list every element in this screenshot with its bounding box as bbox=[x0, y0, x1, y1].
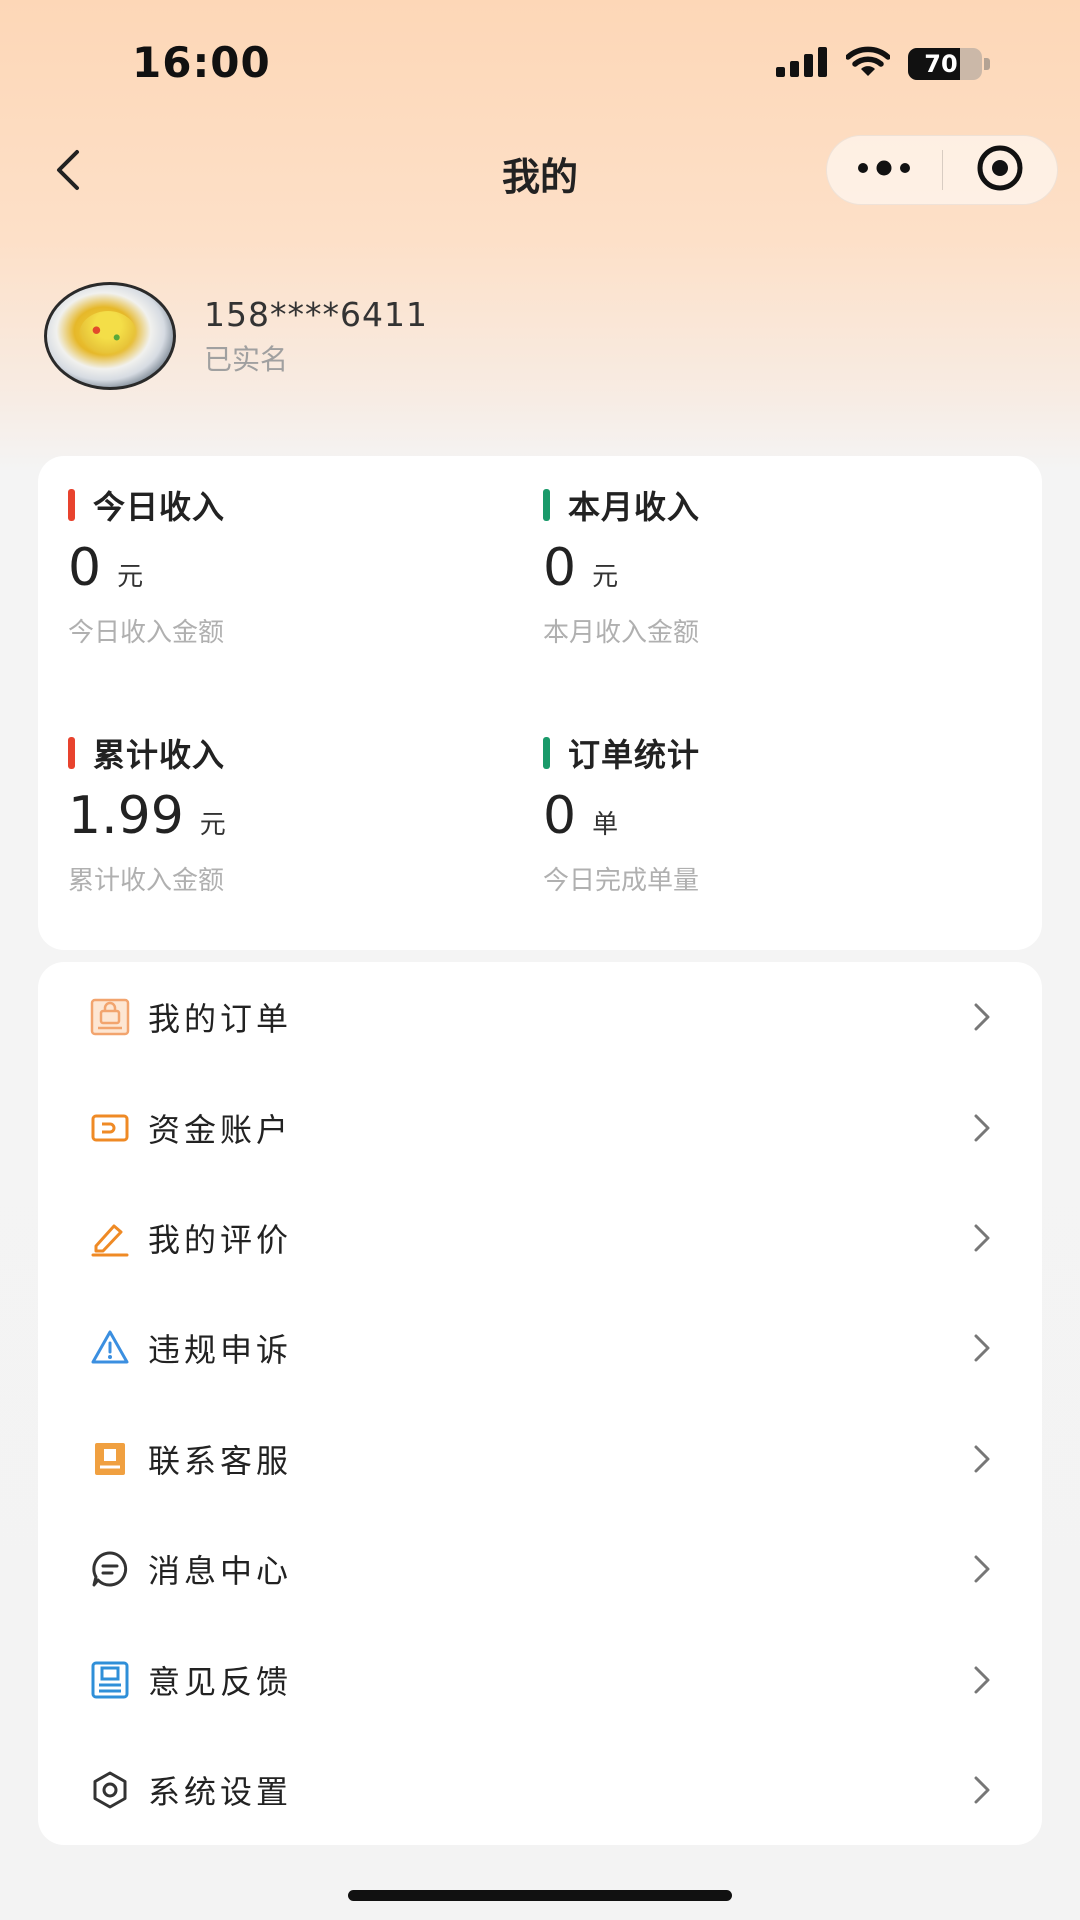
chevron-right-icon bbox=[966, 1443, 998, 1475]
menu-label: 系统设置 bbox=[148, 1772, 293, 1811]
stat-description: 今日收入金额 bbox=[68, 618, 225, 648]
stat-value: 0 bbox=[543, 786, 577, 846]
menu-item-message-center[interactable]: 消息中心 bbox=[38, 1514, 1042, 1624]
message-bubble-icon bbox=[90, 1549, 130, 1589]
menu-label: 意见反馈 bbox=[148, 1662, 293, 1701]
menu-label: 违规申诉 bbox=[148, 1331, 293, 1370]
chevron-right-icon bbox=[966, 1112, 998, 1144]
menu-label: 我的订单 bbox=[148, 1000, 293, 1039]
menu-item-violation-appeal[interactable]: 违规申诉 bbox=[38, 1293, 1042, 1403]
menu-label: 消息中心 bbox=[148, 1552, 293, 1591]
stat-value-row: 0 单 bbox=[543, 786, 983, 846]
stat-value: 0 bbox=[543, 538, 577, 598]
close-miniprogram-button[interactable] bbox=[943, 135, 1058, 205]
menu-item-system-settings[interactable]: 系统设置 bbox=[38, 1735, 1042, 1845]
stat-title: 累计收入 bbox=[93, 736, 226, 774]
stat-color-bar bbox=[68, 489, 75, 521]
stat-order-count[interactable]: 订单统计 0 单 今日完成单量 bbox=[543, 730, 983, 897]
stat-header: 累计收入 bbox=[68, 730, 508, 776]
stat-color-bar bbox=[543, 489, 550, 521]
stat-today-income[interactable]: 今日收入 0 元 今日收入金额 bbox=[68, 482, 508, 649]
stat-unit: 元 bbox=[199, 810, 226, 840]
menu-label: 联系客服 bbox=[148, 1441, 293, 1480]
income-stats-card: 今日收入 0 元 今日收入金额 本月收入 0 元 本月收入金额 累计收入 1.9… bbox=[38, 456, 1042, 950]
customer-service-book-icon bbox=[90, 1439, 130, 1479]
record-icon bbox=[976, 144, 1024, 196]
menu-item-feedback[interactable]: 意见反馈 bbox=[38, 1624, 1042, 1734]
menu-label: 资金账户 bbox=[148, 1110, 293, 1149]
stat-value: 0 bbox=[68, 538, 102, 598]
stat-unit: 单 bbox=[592, 810, 619, 840]
chevron-right-icon bbox=[966, 1553, 998, 1585]
profile-info: 158****6411 已实名 bbox=[204, 295, 428, 378]
chevron-right-icon bbox=[966, 1222, 998, 1254]
verification-status: 已实名 bbox=[204, 342, 289, 376]
menu-item-my-reviews[interactable]: 我的评价 bbox=[38, 1183, 1042, 1293]
stat-title: 今日收入 bbox=[93, 488, 226, 526]
stat-title: 订单统计 bbox=[568, 736, 701, 774]
stat-value-row: 0 元 bbox=[68, 538, 508, 598]
battery-level-text: 70 bbox=[924, 50, 958, 78]
wifi-icon bbox=[845, 46, 891, 82]
stat-description: 本月收入金额 bbox=[543, 618, 700, 648]
chevron-right-icon bbox=[966, 1664, 998, 1696]
stat-color-bar bbox=[543, 737, 550, 769]
stat-description: 今日完成单量 bbox=[543, 866, 700, 896]
menu-label: 我的评价 bbox=[148, 1220, 293, 1259]
stat-value: 1.99 bbox=[68, 786, 184, 846]
status-bar: 16:00 70 bbox=[0, 0, 1080, 130]
mini-program-capsule bbox=[826, 135, 1058, 205]
menu-item-my-orders[interactable]: 我的订单 bbox=[38, 962, 1042, 1072]
feedback-document-icon bbox=[90, 1660, 130, 1700]
battery-icon: 70 bbox=[908, 48, 982, 80]
chevron-right-icon bbox=[966, 1332, 998, 1364]
stat-unit: 元 bbox=[117, 562, 144, 592]
settings-hexagon-icon bbox=[90, 1770, 130, 1810]
stat-total-income[interactable]: 累计收入 1.99 元 累计收入金额 bbox=[68, 730, 508, 897]
more-button[interactable] bbox=[827, 135, 942, 205]
wallet-icon bbox=[90, 1108, 130, 1148]
stat-header: 订单统计 bbox=[543, 730, 983, 776]
battery-nub bbox=[984, 58, 990, 70]
stat-value-row: 0 元 bbox=[543, 538, 983, 598]
menu-list: 我的订单 资金账户 我的评价 违规申诉 联系客服 消息中心 意见反馈 系统设置 bbox=[38, 962, 1042, 1845]
stat-description: 累计收入金额 bbox=[68, 866, 225, 896]
status-icons: 70 bbox=[776, 46, 990, 82]
stat-header: 本月收入 bbox=[543, 482, 983, 528]
signal-icon bbox=[776, 47, 828, 81]
stat-month-income[interactable]: 本月收入 0 元 本月收入金额 bbox=[543, 482, 983, 649]
avatar[interactable] bbox=[44, 282, 176, 390]
chevron-right-icon bbox=[966, 1001, 998, 1033]
profile-header[interactable]: 158****6411 已实名 bbox=[44, 282, 428, 390]
stat-header: 今日收入 bbox=[68, 482, 508, 528]
stat-color-bar bbox=[68, 737, 75, 769]
chevron-right-icon bbox=[966, 1774, 998, 1806]
home-indicator[interactable] bbox=[348, 1890, 732, 1901]
menu-item-fund-account[interactable]: 资金账户 bbox=[38, 1072, 1042, 1182]
edit-pen-icon bbox=[90, 1218, 130, 1258]
stat-value-row: 1.99 元 bbox=[68, 786, 508, 846]
warning-triangle-icon bbox=[90, 1328, 130, 1368]
stat-title: 本月收入 bbox=[568, 488, 701, 526]
menu-item-contact-service[interactable]: 联系客服 bbox=[38, 1404, 1042, 1514]
phone-number: 158****6411 bbox=[204, 294, 428, 334]
order-bag-icon bbox=[90, 997, 130, 1037]
more-icon bbox=[857, 160, 911, 180]
stat-unit: 元 bbox=[592, 562, 619, 592]
nav-bar: 我的 bbox=[0, 130, 1080, 214]
status-time: 16:00 bbox=[132, 38, 271, 87]
